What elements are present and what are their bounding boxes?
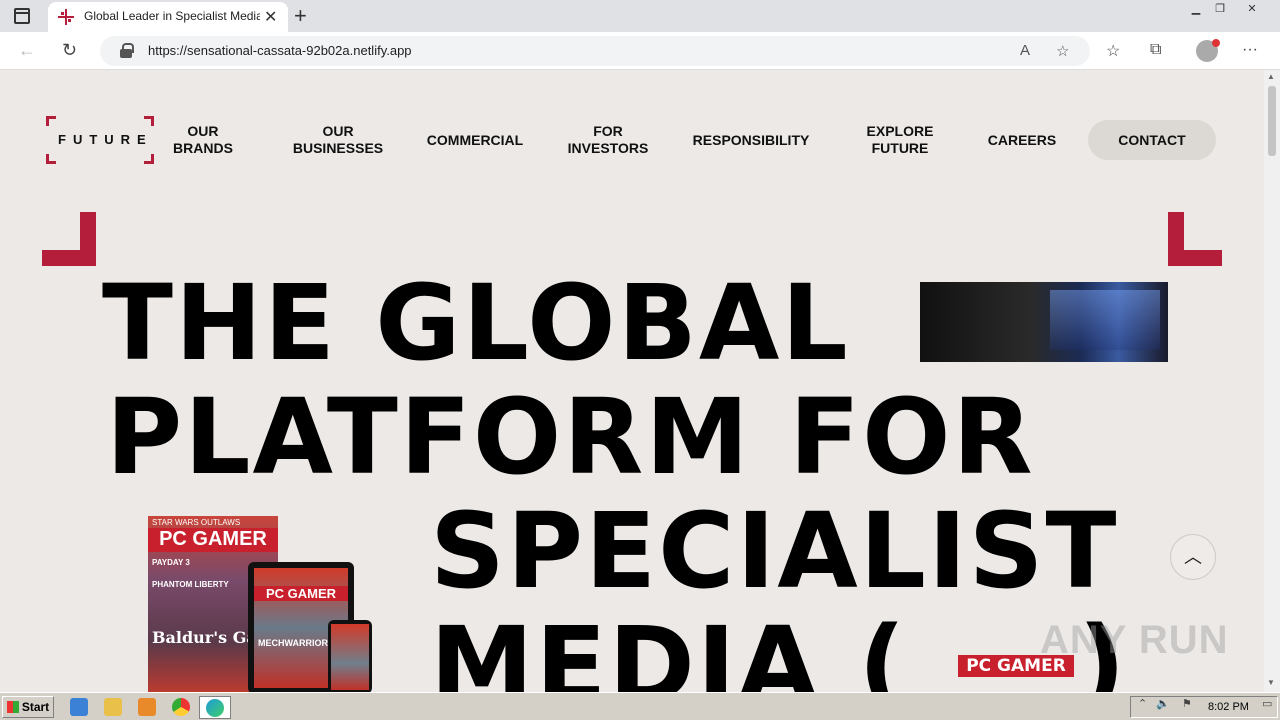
windows-flag-icon (6, 701, 19, 713)
refresh-icon[interactable]: ↻ (62, 40, 77, 61)
web-page: FUTURE OUR BRANDS OUR BUSINESSES COMMERCIA… (0, 70, 1264, 692)
pc-gamer-phone-image (328, 620, 372, 692)
scrollbar-thumb[interactable] (1268, 86, 1276, 156)
close-window-icon[interactable]: ✕ (1240, 0, 1264, 18)
future-logo[interactable]: FUTURE (46, 116, 154, 164)
tab-close-icon[interactable]: ✕ (264, 7, 277, 27)
chrome-taskbar-icon[interactable] (172, 698, 190, 716)
hero-esports-image (920, 282, 1168, 362)
collections-icon[interactable]: ⧉ (1150, 41, 1161, 59)
explorer-taskbar-icon[interactable] (104, 698, 122, 716)
restore-icon[interactable]: ❐ (1208, 0, 1232, 18)
hero-line-4: MEDIA ( (430, 604, 908, 692)
minimize-icon[interactable]: ▁ (1184, 0, 1208, 18)
tray-expand-icon[interactable]: ⌃ (1138, 697, 1147, 710)
nav-responsibility[interactable]: RESPONSIBILITY (682, 120, 820, 160)
tab-title: Global Leader in Specialist Media (84, 9, 260, 23)
scroll-down-icon[interactable]: ▼ (1267, 678, 1275, 687)
nav-our-brands[interactable]: OUR BRANDS (150, 120, 256, 160)
contact-button[interactable]: CONTACT (1088, 120, 1216, 160)
taskbar-clock: 8:02 PM (1208, 701, 1249, 713)
media-player-taskbar-icon[interactable] (138, 698, 156, 716)
bracket-right-side (1168, 212, 1184, 266)
profile-avatar[interactable] (1196, 39, 1220, 62)
chevron-up-icon: ︿ (1184, 547, 1202, 567)
lock-icon[interactable] (120, 43, 134, 58)
flag-icon[interactable]: ⚑ (1182, 697, 1192, 710)
show-desktop-icon[interactable]: ▭ (1262, 697, 1272, 710)
browser-toolbar: ← ↻ https://sensational-cassata-92b02a.n… (0, 32, 1280, 70)
url-text[interactable]: https://sensational-cassata-92b02a.netli… (148, 43, 412, 58)
future-favicon-icon (58, 9, 74, 25)
scroll-up-icon[interactable]: ▲ (1267, 72, 1275, 81)
new-tab-icon[interactable]: + (294, 3, 307, 29)
nav-careers[interactable]: CAREERS (978, 120, 1066, 160)
add-favorite-icon[interactable]: ☆ (1056, 42, 1069, 60)
address-bar[interactable]: https://sensational-cassata-92b02a.netli… (100, 36, 1090, 66)
favorites-icon[interactable]: ☆ (1106, 41, 1120, 61)
volume-icon[interactable]: 🔈 (1156, 697, 1170, 710)
nav-explore-future[interactable]: EXPLORE FUTURE (850, 120, 950, 160)
edge-taskbar-button-active[interactable] (199, 696, 231, 719)
hero-line-1: THE GLOBAL (102, 262, 850, 384)
hero-line-2: PLATFORM FOR (106, 376, 1035, 498)
page-scrollbar[interactable]: ▲ ▼ (1264, 70, 1280, 692)
ie-taskbar-icon[interactable] (70, 698, 88, 716)
window-menu-icon[interactable] (14, 8, 30, 24)
nav-for-investors[interactable]: FOR INVESTORS (554, 120, 662, 160)
edge-taskbar-icon (206, 699, 224, 717)
logo-text: FUTURE (58, 132, 153, 147)
bracket-left-side (80, 212, 96, 266)
start-button[interactable]: Start (2, 696, 54, 718)
browser-tab-active[interactable]: Global Leader in Specialist Media ✕ (48, 2, 288, 32)
system-tray (1130, 696, 1278, 718)
main-nav: OUR BRANDS OUR BUSINESSES COMMERCIAL FOR IN… (150, 120, 1220, 160)
nav-commercial[interactable]: COMMERCIAL (418, 120, 532, 160)
back-icon[interactable]: ← (18, 40, 36, 61)
nav-our-businesses[interactable]: OUR BUSINESSES (278, 120, 398, 160)
windows-taskbar: Start ⌃ 🔈 ⚑ 8:02 PM ▭ (0, 692, 1280, 720)
read-aloud-icon[interactable]: A (1020, 42, 1030, 59)
anyrun-watermark: ANY RUN (1040, 618, 1229, 662)
more-options-icon[interactable]: ··· (1242, 41, 1258, 59)
browser-tab-bar: Global Leader in Specialist Media ✕ + ▁ … (0, 0, 1280, 32)
scroll-to-top-button[interactable]: ︿ (1170, 534, 1216, 580)
hero-line-3: SPECIALIST (430, 490, 1119, 612)
